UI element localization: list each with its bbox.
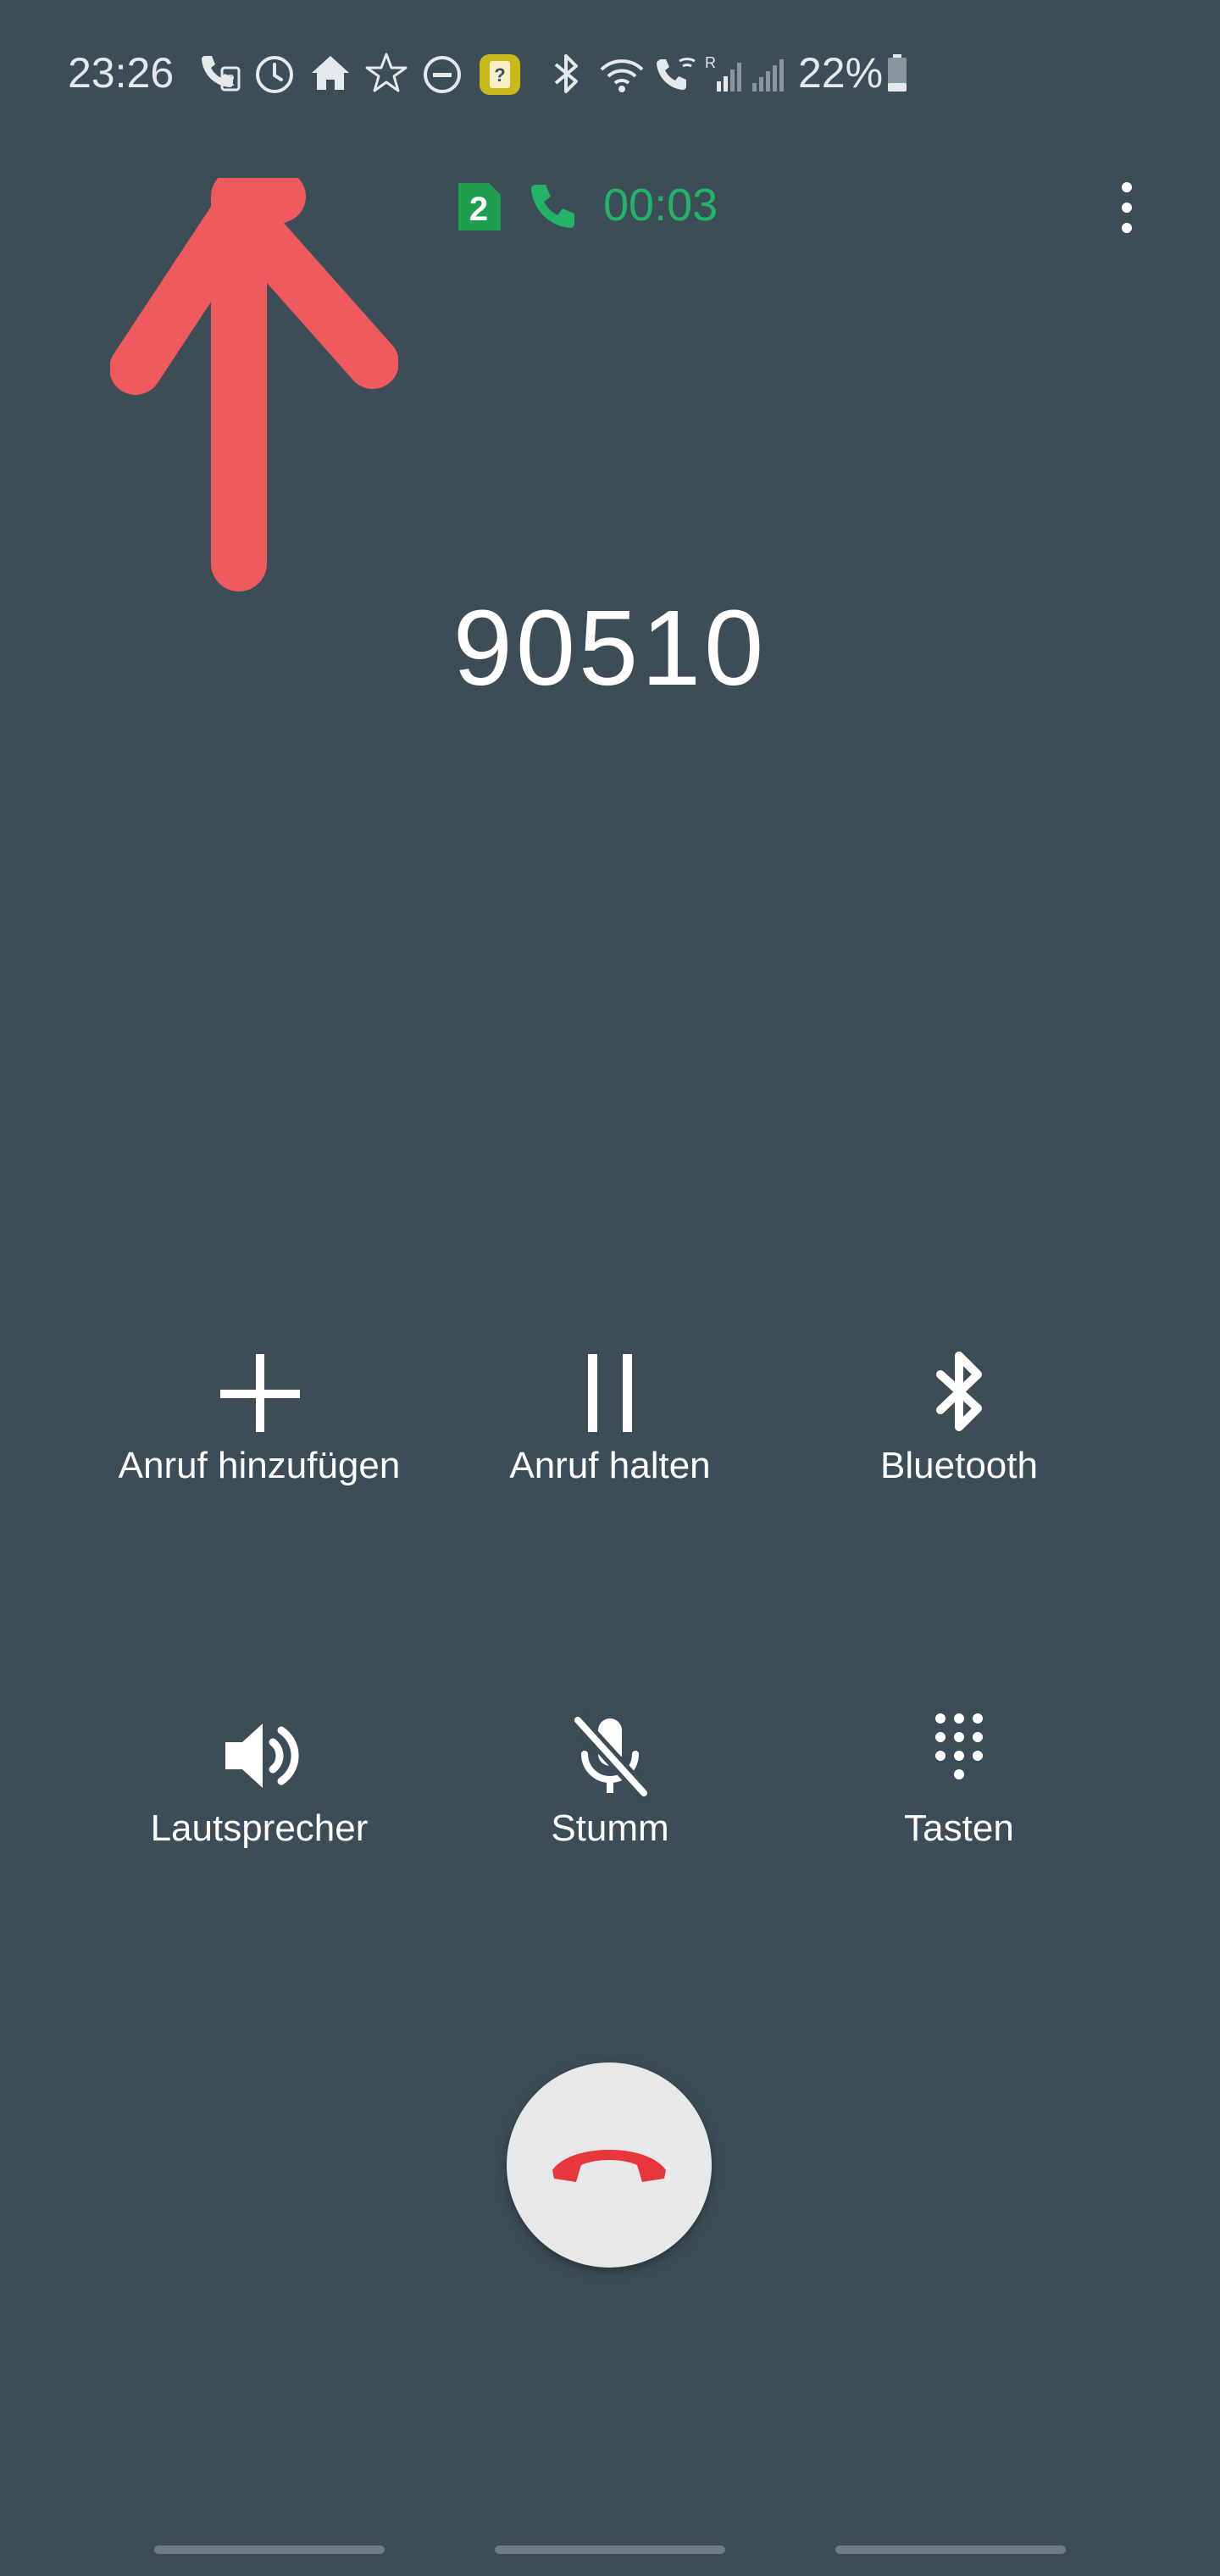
bluetooth-button[interactable]: Bluetooth <box>781 1342 1137 1529</box>
call-sim2-icon: 2 <box>202 56 241 92</box>
add-call-button[interactable]: Anruf hinzufügen <box>81 1342 437 1529</box>
status-bar: 23:26 2 ? R 22% <box>0 0 1220 153</box>
speaker-icon <box>225 1724 299 1788</box>
active-call-icon <box>531 185 574 228</box>
keypad-button[interactable]: Tasten <box>781 1705 1137 1891</box>
roaming-label: R <box>705 54 716 71</box>
mute-label: Stumm <box>551 1807 669 1849</box>
bluetooth-icon <box>554 54 578 93</box>
more-dot <box>1122 223 1132 233</box>
alarm-icon <box>256 56 293 93</box>
end-call-button[interactable] <box>507 2062 712 2268</box>
star-icon <box>365 53 408 92</box>
mic-off-icon <box>570 1713 652 1801</box>
sim-badge: 2 <box>458 183 501 230</box>
signal-roaming-icon: R <box>705 54 741 92</box>
keypad-icon <box>935 1713 983 1779</box>
sim-number: 2 <box>469 191 488 228</box>
caller-number: 90510 <box>452 588 768 708</box>
plus-icon <box>220 1354 300 1432</box>
nav-back-pill[interactable] <box>835 2545 1066 2554</box>
add-call-label: Anruf hinzufügen <box>118 1445 401 1486</box>
sim-question-icon: ? <box>480 54 520 95</box>
svg-text:?: ? <box>494 64 505 86</box>
end-call-icon <box>552 2150 666 2182</box>
mute-button[interactable]: Stumm <box>432 1705 788 1891</box>
svg-text:2: 2 <box>226 72 235 89</box>
nav-recent-pill[interactable] <box>154 2545 385 2554</box>
hold-call-label: Anruf halten <box>509 1445 711 1486</box>
more-dot <box>1122 182 1132 192</box>
bluetooth-icon <box>936 1352 982 1431</box>
home-icon <box>312 56 349 90</box>
wifi-icon <box>600 59 644 92</box>
speaker-label: Lautsprecher <box>150 1807 369 1849</box>
more-options-button[interactable] <box>1101 174 1152 242</box>
nav-home-pill[interactable] <box>495 2545 725 2554</box>
signal-icon <box>752 59 784 92</box>
do-not-disturb-icon <box>424 56 461 93</box>
pause-icon <box>588 1354 632 1432</box>
keypad-label: Tasten <box>904 1807 1014 1849</box>
bluetooth-label: Bluetooth <box>880 1445 1038 1486</box>
more-dot <box>1122 203 1132 213</box>
battery-percent: 22% <box>798 49 884 97</box>
speaker-button[interactable]: Lautsprecher <box>81 1705 437 1891</box>
annotation-arrow <box>110 178 398 591</box>
hold-call-button[interactable]: Anruf halten <box>432 1342 788 1529</box>
wifi-call-icon <box>657 58 696 90</box>
status-time: 23:26 <box>68 49 175 97</box>
call-timer: 00:03 <box>603 180 718 230</box>
battery-icon <box>888 54 907 92</box>
